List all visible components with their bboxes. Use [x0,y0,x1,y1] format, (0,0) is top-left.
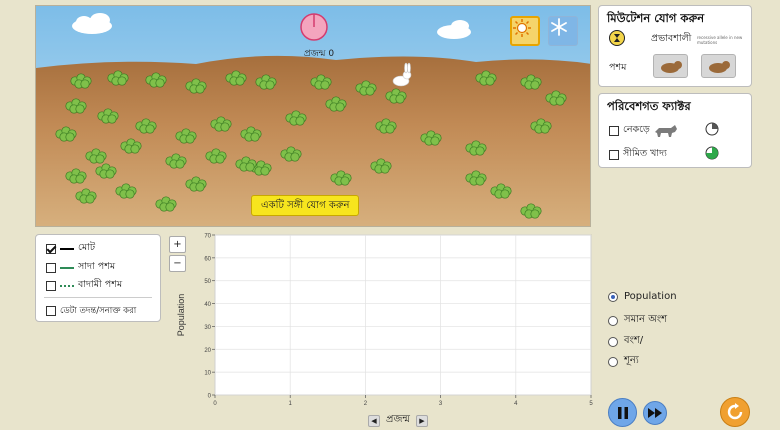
view-option-proportion[interactable]: সমান অংশ [608,312,667,329]
y-tick-label: 30 [204,325,211,331]
checkbox[interactable] [609,149,619,160]
x-tick-label: 5 [589,401,593,407]
generation-axis-control: ◀ প্রজন্ম ▶ [368,412,428,429]
total-swatch [60,247,74,250]
legend-divider [44,297,152,298]
fur-mutation-button-2[interactable] [701,54,736,78]
x-tick-label: 2 [364,401,368,407]
brown-bunny-icon [708,61,730,73]
view-option-none[interactable]: শূন্য [608,353,639,370]
environment-panel: পরিবেশগত ফ্যাক্টর নেকড়ে সীমিত খাদ্য [598,93,752,168]
dominant-label: প্রভাবশালী [651,33,692,44]
next-generation-button[interactable]: ▶ [415,414,428,427]
white-fur-swatch [60,266,74,269]
y-tick-label: 0 [208,394,212,400]
radio-button[interactable] [608,291,618,302]
legend-panel: মোট সাদা পশম বাদামী পশম ডেটা তদন্ত/সনাক্… [35,234,161,322]
y-tick-label: 60 [204,256,211,262]
checkbox[interactable] [46,262,56,273]
legend-white-fur[interactable]: সাদা পশম [46,260,115,275]
y-tick-label: 10 [204,371,211,377]
x-axis-label: প্রজন্ম [386,414,410,425]
checkbox[interactable] [46,280,56,291]
checkbox[interactable] [46,306,56,316]
view-option-label: বংশ/ [624,335,644,346]
data-probe-checkbox[interactable]: ডেটা তদন্ত/সনাক্ত করা [46,304,136,318]
x-tick-label: 0 [213,401,217,407]
y-tick-label: 40 [204,302,211,308]
mutation-panel: মিউটেশন যোগ করুন প্রভাবশালী recessive al… [598,5,752,87]
view-option-label: Population [624,291,677,302]
wolf-icon [654,124,677,137]
radio-button[interactable] [608,315,618,326]
legend-label: বাদামী পশম [78,279,123,290]
legend-total[interactable]: মোট [46,241,95,256]
food-timer-icon [705,146,719,160]
wolves-checkbox[interactable]: নেকড়ে [609,123,679,138]
environment-panel-title: পরিবেশগত ফ্যাক্টর [607,99,691,113]
checkbox[interactable] [46,243,56,254]
wolves-timer-icon [705,122,719,136]
y-tick-label: 20 [204,348,211,354]
fast-forward-icon [648,408,662,418]
sun-button[interactable] [510,16,540,46]
snow-button[interactable] [548,16,578,46]
pause-button[interactable] [608,398,637,427]
wolves-label: নেকড়ে [623,124,650,135]
x-tick-label: 4 [514,401,518,407]
hourglass-icon [609,30,625,46]
add-mate-button[interactable]: একটি সঙ্গী যোগ করুন [251,195,360,216]
simulation-scene: প্রজন্ম 0 একটি সঙ্গী যোগ করুন [35,5,591,227]
y-axis-label: Population [176,294,186,337]
generation-label: প্রজন্ম 0 [303,49,335,59]
step-forward-button[interactable] [643,401,667,425]
reset-button[interactable] [720,397,750,427]
legend-label: মোট [78,242,96,253]
view-option-population[interactable]: Population [608,291,677,302]
landscape [36,6,590,226]
checkbox[interactable] [609,125,619,136]
legend-brown-fur[interactable]: বাদামী পশম [46,278,122,293]
view-option-pedigree[interactable]: বংশ/ [608,333,643,350]
fur-label: পশম [609,62,627,73]
fur-mutation-button-1[interactable] [653,54,688,78]
legend-label: সাদা পশম [78,261,116,272]
radio-button[interactable] [608,356,618,367]
radio-button[interactable] [608,336,618,347]
limited-food-label: সীমিত খাদ্য [623,148,667,159]
plot-area [214,234,592,396]
dominant-note: recessive allele in new mutations [697,35,743,45]
view-option-label: শূন্য [624,355,639,366]
prev-generation-button[interactable]: ◀ [368,414,380,427]
population-chart: 0 10 20 30 40 50 60 70 0 1 2 3 4 5 Population [176,234,593,408]
mutation-panel-title: মিউটেশন যোগ করুন [607,11,705,25]
pause-icon [617,406,628,419]
y-tick-label: 50 [204,279,211,285]
brown-fur-swatch [60,284,74,287]
view-option-label: সমান অংশ [624,314,668,325]
sun-icon [513,19,531,37]
y-tick-label: 70 [204,234,211,240]
brown-bunny-icon [660,61,682,73]
data-probe-label: ডেটা তদন্ত/সনাক্ত করা [60,306,137,316]
limited-food-checkbox[interactable]: সীমিত খাদ্য [609,147,667,162]
x-tick-label: 3 [439,401,443,407]
x-tick-label: 1 [289,401,293,407]
reset-icon [727,403,743,420]
snowflake-icon [551,18,567,36]
